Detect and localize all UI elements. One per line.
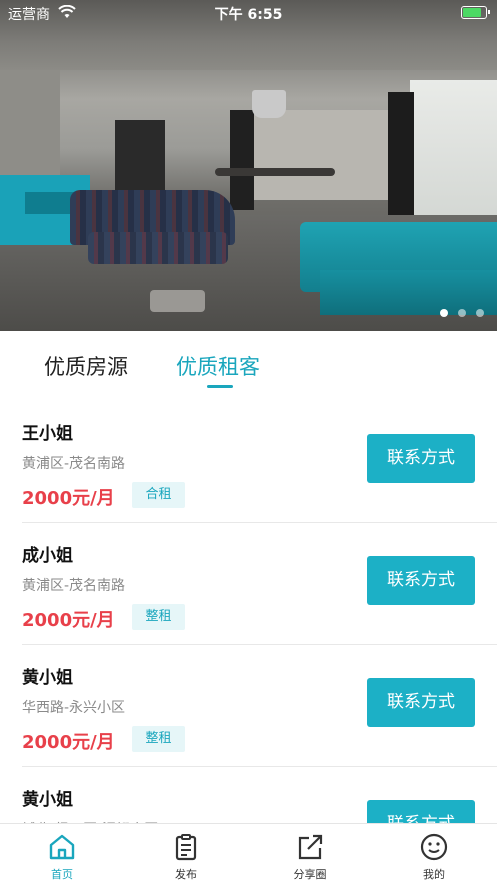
banner-shelf-inner [25, 192, 75, 214]
rent-type-badge: 整租 [132, 604, 185, 630]
tabbar-mine[interactable]: 我的 [394, 832, 474, 882]
tabbar-publish[interactable]: 发布 [146, 832, 226, 882]
tabbar-publish-label: 发布 [175, 868, 197, 881]
tabbar-mine-label: 我的 [423, 868, 445, 881]
banner-door [115, 120, 165, 200]
list-item[interactable]: 成小姐 黄浦区-茂名南路 2000元/月 整租 联系方式 [22, 523, 497, 645]
tenant-name: 黄小姐 [22, 668, 73, 688]
tab-quality-listings[interactable]: 优质房源 [44, 351, 128, 381]
tenant-name: 王小姐 [22, 424, 73, 444]
tenant-address: 黄浦区-茂名南路 [22, 578, 126, 594]
status-bar: 运营商 下午 6:55 [0, 0, 497, 26]
banner-table [215, 168, 335, 176]
smiley-icon [420, 833, 448, 861]
banner-toy [150, 290, 205, 312]
list-item[interactable]: 王小姐 黄浦区-茂名南路 2000元/月 合租 联系方式 [22, 401, 497, 523]
battery-icon [461, 6, 490, 19]
carousel-dot[interactable] [476, 309, 484, 317]
status-time: 下午 6:55 [214, 7, 283, 23]
banner-back-wall [250, 110, 390, 200]
banner-curtain [230, 110, 254, 210]
active-tab-indicator [207, 385, 233, 388]
tabbar-home-label: 首页 [51, 868, 73, 881]
tenant-list: 王小姐 黄浦区-茂名南路 2000元/月 合租 联系方式 成小姐 黄浦区-茂名南… [0, 401, 497, 883]
home-icon [49, 834, 75, 860]
tabbar-home[interactable]: 首页 [22, 832, 102, 882]
contact-button[interactable]: 联系方式 [367, 556, 475, 605]
tenant-name: 黄小姐 [22, 790, 73, 810]
tenant-price: 2000元/月 [22, 732, 115, 753]
contact-button[interactable]: 联系方式 [367, 434, 475, 483]
tab-quality-tenants[interactable]: 优质租客 [176, 351, 260, 381]
rent-type-badge: 整租 [132, 726, 185, 752]
tenant-price: 2000元/月 [22, 488, 115, 509]
share-icon [298, 834, 323, 860]
banner-sofa-seat [88, 232, 228, 264]
tenant-price: 2000元/月 [22, 610, 115, 631]
tenant-name: 成小姐 [22, 546, 73, 566]
tenant-address: 黄浦区-茂名南路 [22, 456, 126, 472]
list-item[interactable]: 黄小姐 华西路-永兴小区 2000元/月 整租 联系方式 [22, 645, 497, 767]
segment-tabs: 优质房源 优质租客 [0, 331, 497, 401]
rent-type-badge: 合租 [132, 482, 185, 508]
contact-button[interactable]: 联系方式 [367, 678, 475, 727]
tabbar-share-label: 分享圈 [293, 868, 327, 881]
clipboard-icon [175, 834, 197, 861]
bottom-tab-bar: 首页 发布 分享圈 我的 [0, 823, 497, 883]
carousel-indicator [440, 309, 484, 317]
carousel-dot[interactable] [458, 309, 466, 317]
tenant-address: 华西路-永兴小区 [22, 700, 126, 716]
banner-chandelier [252, 90, 286, 118]
banner-image[interactable] [0, 0, 497, 331]
carousel-dot[interactable] [440, 309, 448, 317]
tabbar-share[interactable]: 分享圈 [270, 832, 350, 882]
